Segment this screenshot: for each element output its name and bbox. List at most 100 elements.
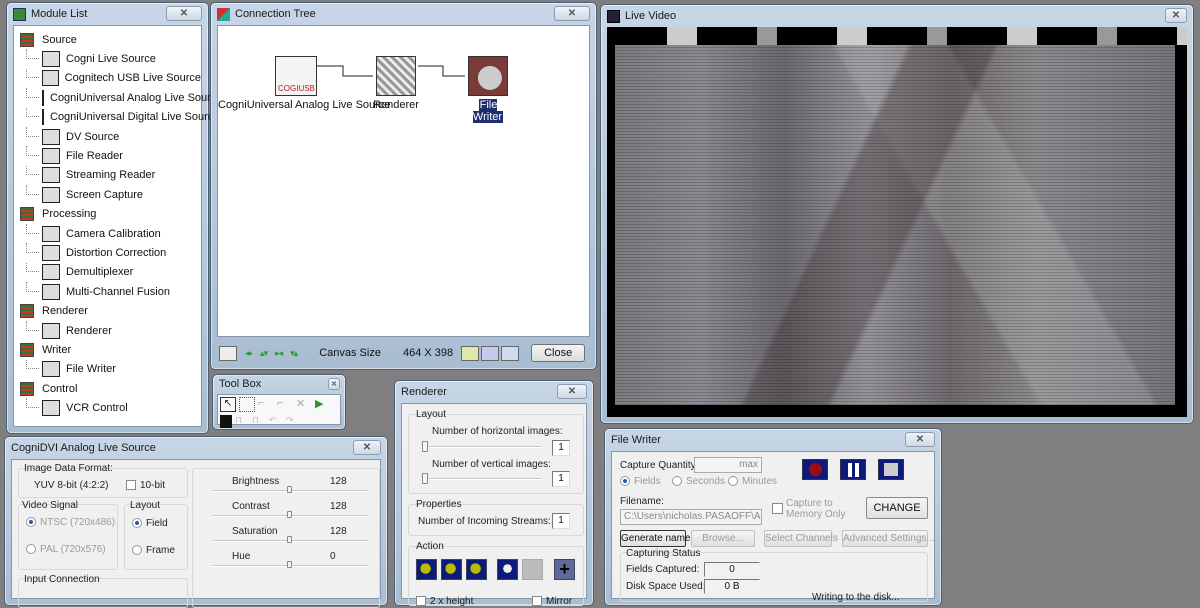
tree-item[interactable]: Distortion Correction — [20, 243, 201, 262]
close-icon[interactable]: ✕ — [328, 378, 340, 390]
connection-tree-titlebar[interactable]: Connection Tree — [211, 3, 596, 25]
slider-thumb[interactable] — [287, 561, 292, 568]
fullscreen-icon[interactable]: + — [554, 559, 575, 580]
slider-thumb[interactable] — [422, 441, 428, 452]
zoom-out-icon[interactable] — [441, 559, 462, 580]
tree-item[interactable]: Camera Calibration — [20, 223, 201, 243]
node-renderer[interactable]: Renderer — [373, 56, 419, 111]
tree-group[interactable]: Source — [20, 30, 201, 49]
horizontal-images-input[interactable]: 1 — [552, 440, 570, 456]
undo-icon[interactable]: ↶ — [269, 415, 283, 428]
record-button[interactable] — [802, 459, 828, 480]
change-button[interactable]: CHANGE — [866, 497, 928, 519]
module-icon — [42, 225, 60, 242]
generate-name-button[interactable]: Generate name — [620, 530, 691, 547]
vertical-images-slider[interactable] — [422, 478, 542, 480]
close-icon[interactable]: ✕ — [353, 440, 381, 455]
capture-quantity-input[interactable]: max — [694, 457, 762, 473]
close-icon[interactable]: ✕ — [557, 384, 587, 399]
close-icon[interactable]: ✕ — [905, 432, 935, 447]
select-tool-icon[interactable] — [239, 397, 255, 412]
advanced-settings-button[interactable]: Advanced Settings... — [842, 530, 935, 547]
pal-radio[interactable]: PAL (720x576) — [26, 544, 106, 555]
video-signal-label: Video Signal — [22, 500, 78, 511]
slider-thumb[interactable] — [287, 536, 292, 543]
tree-item[interactable]: Screen Capture — [20, 185, 201, 204]
tree-group[interactable]: Control — [20, 379, 201, 398]
pointer-tool-icon[interactable]: ↖ — [220, 397, 236, 412]
ntsc-radio[interactable]: NTSC (720x486) — [26, 517, 115, 528]
tree-group[interactable]: Processing — [20, 205, 201, 224]
select-channels-button[interactable]: Select Channels — [764, 530, 838, 547]
toolbox-titlebar[interactable]: Tool Box — [213, 375, 345, 393]
snapshot-icon[interactable] — [219, 345, 237, 361]
hue-label: Hue — [232, 551, 251, 562]
redo-icon[interactable]: ↷ — [286, 415, 300, 428]
tree-item[interactable]: File Writer — [20, 359, 201, 379]
tree-group[interactable]: Writer — [20, 340, 201, 359]
connect-tool-icon[interactable]: ⌐ — [258, 397, 274, 412]
vertical-images-input[interactable]: 1 — [552, 471, 570, 487]
slider-thumb[interactable] — [287, 511, 292, 518]
zoom-reset-icon[interactable] — [466, 559, 487, 580]
horizontal-images-slider[interactable] — [422, 446, 542, 448]
shrink-vertical-icon[interactable]: ▾▴ — [290, 348, 298, 359]
tree-item[interactable]: Cogni Live Source — [20, 49, 201, 68]
tree-group[interactable]: Renderer — [20, 301, 201, 320]
tree-item[interactable]: Cognitech USB Live Source — [20, 68, 201, 88]
undo-tool-icon[interactable]: ⊓ — [235, 415, 249, 428]
node-file-writer[interactable]: File Writer — [463, 56, 513, 123]
checkbox-icon — [532, 596, 542, 607]
close-icon[interactable]: ✕ — [166, 6, 202, 21]
redo-tool-icon[interactable]: ⊓ — [252, 415, 266, 428]
close-button[interactable]: Close — [531, 344, 586, 362]
analog-source-titlebar[interactable]: CogniDVI Analog Live Source — [5, 437, 387, 459]
filename-input[interactable]: C:\Users\nicholas.PASAOFF\AppD — [620, 509, 762, 525]
seconds-radio[interactable]: Seconds — [672, 476, 725, 487]
expand-vertical-icon[interactable]: ▴▾ — [260, 348, 268, 359]
zoom-in-icon[interactable] — [416, 559, 437, 580]
pause-button[interactable] — [840, 459, 866, 480]
tree-item[interactable]: Renderer — [20, 320, 201, 340]
double-height-checkbox[interactable]: 2 x height — [416, 596, 473, 607]
mirror-checkbox[interactable]: Mirror — [532, 596, 572, 607]
file-writer-titlebar[interactable]: File Writer — [605, 429, 941, 451]
capture-memory-checkbox[interactable] — [772, 503, 783, 514]
tree-item[interactable]: VCR Control — [20, 398, 201, 417]
browse-button[interactable]: Browse... — [691, 530, 755, 547]
node-analog-source[interactable]: COGIUSB CogniUniversal Analog Live Sourc… — [218, 56, 390, 111]
stop-button[interactable] — [878, 459, 904, 480]
connect2-tool-icon[interactable]: ⌐ — [277, 397, 293, 412]
expand-horizontal-icon[interactable]: ◂▸ — [245, 348, 253, 359]
tree-item[interactable]: Streaming Reader — [20, 165, 201, 185]
play-icon[interactable]: ▶ — [315, 397, 329, 412]
disk-space-value: 0 B — [704, 579, 760, 594]
tree-item[interactable]: File Reader — [20, 146, 201, 165]
live-video-titlebar[interactable]: Live Video — [601, 5, 1193, 27]
tree-item[interactable]: Multi-Channel Fusion — [20, 282, 201, 301]
shrink-horizontal-icon[interactable]: ▸◂ — [275, 348, 283, 359]
close-icon[interactable]: ✕ — [1165, 8, 1187, 23]
minutes-radio[interactable]: Minutes — [728, 476, 777, 487]
tree-item[interactable]: CogniUniversal Digital Live Source — [20, 107, 219, 127]
fields-radio[interactable]: Fields — [620, 476, 661, 487]
layout-list-icon[interactable] — [481, 345, 500, 361]
tree-item[interactable]: CogniUniversal Analog Live Source — [20, 88, 222, 107]
node-label: Renderer — [373, 99, 419, 111]
layout-grid-icon[interactable] — [461, 345, 480, 361]
ten-bit-checkbox[interactable]: 10-bit — [126, 480, 165, 491]
close-icon[interactable]: ✕ — [554, 6, 590, 21]
slider-thumb[interactable] — [287, 486, 292, 493]
field-radio[interactable]: Field — [132, 518, 168, 529]
save-icon[interactable] — [220, 415, 232, 428]
hand-pan-icon[interactable] — [497, 559, 518, 580]
tree-item[interactable]: DV Source — [20, 126, 201, 146]
input-connection-label: Input Connection — [24, 574, 100, 585]
slider-thumb[interactable] — [422, 473, 428, 484]
tree-item[interactable]: Demultiplexer — [20, 262, 201, 282]
delete-tool-icon[interactable]: ✕ — [296, 397, 312, 412]
incoming-streams-input[interactable]: 1 — [552, 513, 570, 529]
tile-icon[interactable] — [522, 559, 543, 580]
layout-tree-icon[interactable] — [501, 345, 520, 361]
frame-radio[interactable]: Frame — [132, 545, 175, 556]
